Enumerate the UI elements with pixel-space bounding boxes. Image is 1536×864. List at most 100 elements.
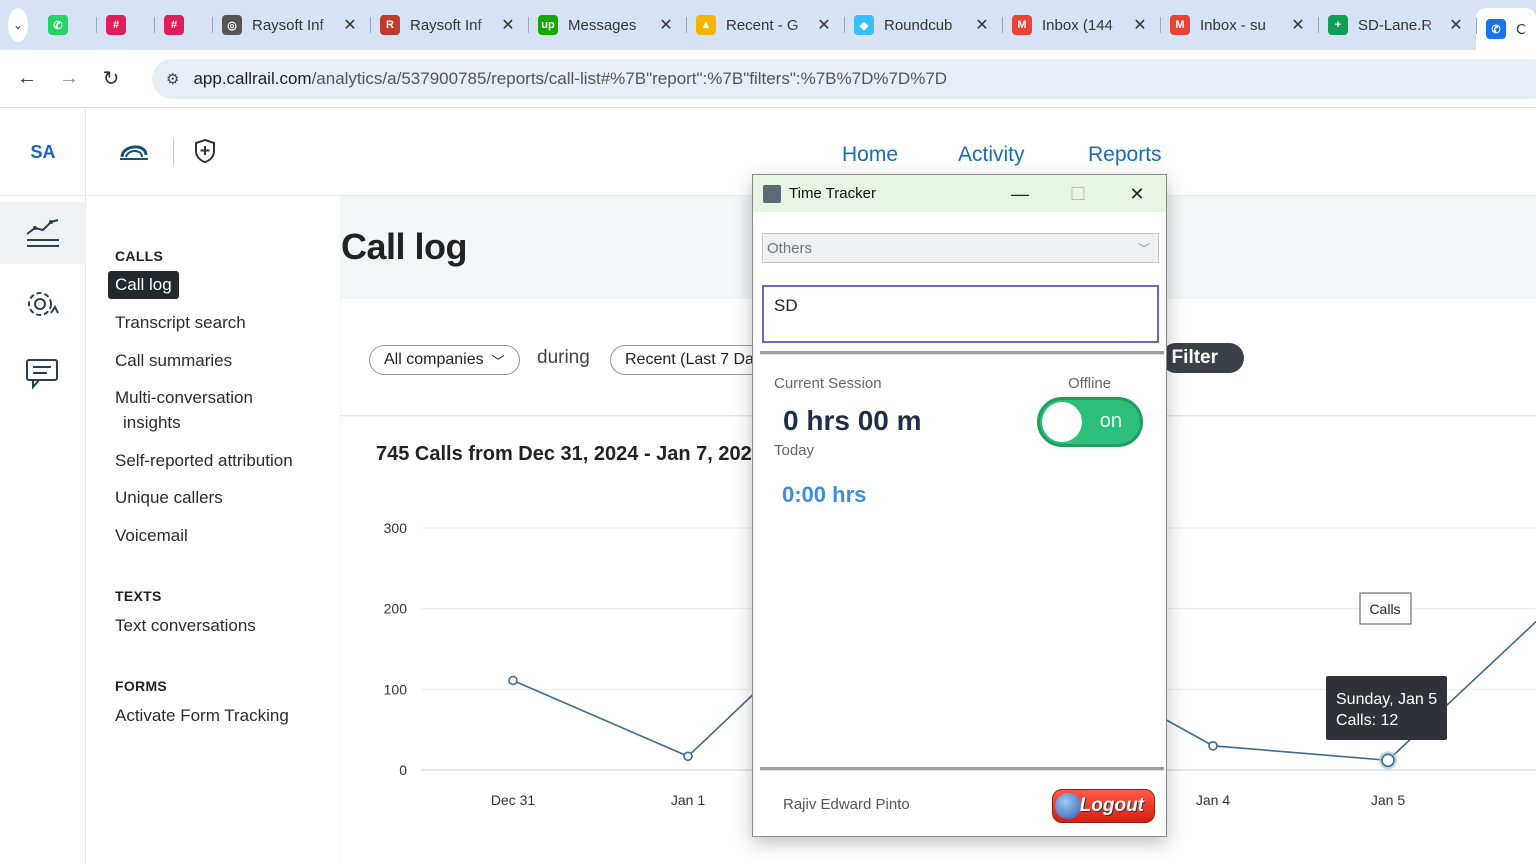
browser-tab-title: Recent - G <box>726 16 799 34</box>
section-heading-texts: TEXTS <box>115 588 162 604</box>
add-filter-label: l Filter <box>1161 347 1219 368</box>
browser-tab-title: Raysoft Inf <box>410 16 482 34</box>
globe-icon: ◎ <box>222 15 242 35</box>
sidenav-item-call-summaries[interactable]: Call summaries <box>115 348 232 373</box>
logout-label: Logout <box>1079 795 1144 816</box>
y-tick-label: 300 <box>384 520 408 536</box>
x-tick-label: Jan 5 <box>1371 792 1405 808</box>
current-session-label: Current Session <box>774 375 882 392</box>
date-range-select[interactable]: Recent (Last 7 Da <box>610 345 770 375</box>
tooltip-value: Calls: 12 <box>1336 712 1398 729</box>
tooltip-box <box>1326 676 1447 740</box>
tab-close-icon[interactable]: ✕ <box>1446 15 1466 35</box>
site-info-icon[interactable]: ⚙ <box>166 70 179 88</box>
company-select[interactable]: All companies ﹀ <box>369 345 520 375</box>
legend-label: Calls <box>1369 601 1400 617</box>
maximize-icon[interactable]: ☐ <box>1058 181 1098 207</box>
browser-tab-title: Inbox - su <box>1200 16 1266 34</box>
add-filter-button[interactable]: l Filter <box>1161 343 1244 373</box>
analytics-icon[interactable] <box>0 202 86 264</box>
user-name: Rajiv Edward Pinto <box>783 796 910 813</box>
whatsapp-icon: ✆ <box>48 15 68 35</box>
topnav-reports[interactable]: Reports <box>1088 143 1162 167</box>
reload-icon[interactable]: ↻ <box>96 64 126 94</box>
time-tracker-title: Time Tracker <box>789 185 876 202</box>
tab-close-icon[interactable]: ✕ <box>1288 15 1308 35</box>
tooltip-date: Sunday, Jan 5 <box>1336 691 1437 708</box>
browser-tab[interactable]: ◎ Raysoft Inf ✕ <box>212 7 370 43</box>
tab-close-icon[interactable]: ✕ <box>972 15 992 35</box>
browser-tab[interactable]: # <box>154 7 212 43</box>
task-input[interactable]: SD <box>762 285 1159 343</box>
settings-gear-icon[interactable] <box>0 273 86 335</box>
browser-tab[interactable]: M Inbox - su ✕ <box>1160 7 1318 43</box>
sheets-icon: + <box>1328 15 1348 35</box>
today-label: Today <box>774 442 815 459</box>
account-initials[interactable]: SA <box>0 109 86 196</box>
divider <box>760 351 1164 355</box>
tab-close-icon[interactable]: ✕ <box>498 15 518 35</box>
online-toggle[interactable]: on <box>1037 397 1143 447</box>
sidenav-item-call-log[interactable]: Call log <box>108 271 179 299</box>
close-icon[interactable]: ✕ <box>1117 181 1157 207</box>
time-tracker-titlebar: Time Tracker — ☐ ✕ <box>753 175 1166 212</box>
phone-icon: ✆ <box>1486 19 1506 39</box>
topnav-home[interactable]: Home <box>842 143 898 167</box>
browser-tab[interactable]: R Raysoft Inf ✕ <box>370 7 528 43</box>
security-shield-icon[interactable] <box>194 138 216 164</box>
browser-tab[interactable]: M Inbox (144 ✕ <box>1002 7 1160 43</box>
browser-tab[interactable]: ✆ <box>38 7 96 43</box>
sidenav-item-self-reported-attribution[interactable]: Self-reported attribution <box>115 448 293 473</box>
logout-button[interactable]: Logout <box>1052 789 1155 823</box>
callrail-logo-icon[interactable] <box>118 137 150 167</box>
browser-tab[interactable]: ◆ Roundcub ✕ <box>844 7 1002 43</box>
divider <box>760 767 1164 771</box>
sidenav-item-insights[interactable]: insights <box>123 410 181 435</box>
sidenav-item-text-conversations[interactable]: Text conversations <box>115 613 256 638</box>
header-divider <box>173 139 174 165</box>
toggle-label: on <box>1099 410 1122 432</box>
url-path: /analytics/a/537900785/reports/call-list… <box>311 69 948 88</box>
browser-tab-title: Messages <box>568 16 637 34</box>
browser-tab[interactable]: ▲ Recent - G ✕ <box>686 7 844 43</box>
toggle-knob <box>1042 402 1082 442</box>
browser-tab[interactable]: + SD-Lane.R ✕ <box>1318 7 1476 43</box>
back-icon[interactable]: ← <box>12 64 42 94</box>
y-tick-label: 0 <box>399 762 407 778</box>
tab-search-chevron-icon[interactable]: ⌄ <box>8 8 28 42</box>
tab-close-icon[interactable]: ✕ <box>814 15 834 35</box>
current-session-value: 0 hrs 00 m <box>783 405 922 436</box>
project-select[interactable]: Others ﹀ <box>762 233 1159 263</box>
x-tick-label: Jan 1 <box>671 792 705 808</box>
sidenav-item-transcript-search[interactable]: Transcript search <box>115 310 246 335</box>
app-icon-rail: SA <box>0 109 86 864</box>
browser-tab-title: C <box>1516 20 1526 38</box>
browser-tab-title: SD-Lane.R <box>1358 16 1433 34</box>
data-point <box>1381 753 1395 768</box>
date-range-value: Recent (Last 7 Da <box>625 351 754 368</box>
messages-icon[interactable] <box>0 342 86 404</box>
sidenav-item-activate-form-tracking[interactable]: Activate Form Tracking <box>115 703 289 728</box>
browser-tab[interactable]: ✆ C <box>1476 8 1536 50</box>
address-bar[interactable]: ⚙ app.callrail.com/analytics/a/537900785… <box>152 59 1536 99</box>
sidenav-item-multi-conversation[interactable]: Multi-conversation <box>115 385 253 410</box>
browser-tab[interactable]: # <box>96 7 154 43</box>
time-tracker-app-icon <box>763 184 781 203</box>
upwork-icon: up <box>538 15 558 35</box>
forward-icon[interactable]: → <box>54 64 84 94</box>
sidenav-item-unique-callers[interactable]: Unique callers <box>115 485 223 510</box>
project-select-value: Others <box>767 239 813 257</box>
minimize-icon[interactable]: — <box>1000 181 1040 207</box>
tab-close-icon[interactable]: ✕ <box>1130 15 1150 35</box>
chevron-down-icon: ﹀ <box>491 353 505 369</box>
browser-tab-strip: ⌄ ✆ # # ◎ Raysoft Inf ✕ R Raysoft Inf ✕ up Message… <box>0 0 1536 50</box>
browser-toolbar: ← → ↻ ⚙ app.callrail.com/analytics/a/537… <box>0 50 1536 108</box>
data-point <box>1208 740 1218 751</box>
browser-tab[interactable]: up Messages ✕ <box>528 7 686 43</box>
topnav-activity[interactable]: Activity <box>958 143 1025 167</box>
tab-close-icon[interactable]: ✕ <box>656 15 676 35</box>
sidenav-item-voicemail[interactable]: Voicemail <box>115 523 188 548</box>
gmail-icon: M <box>1170 15 1190 35</box>
tab-close-icon[interactable]: ✕ <box>340 15 360 35</box>
status-label: Offline <box>1068 375 1112 392</box>
